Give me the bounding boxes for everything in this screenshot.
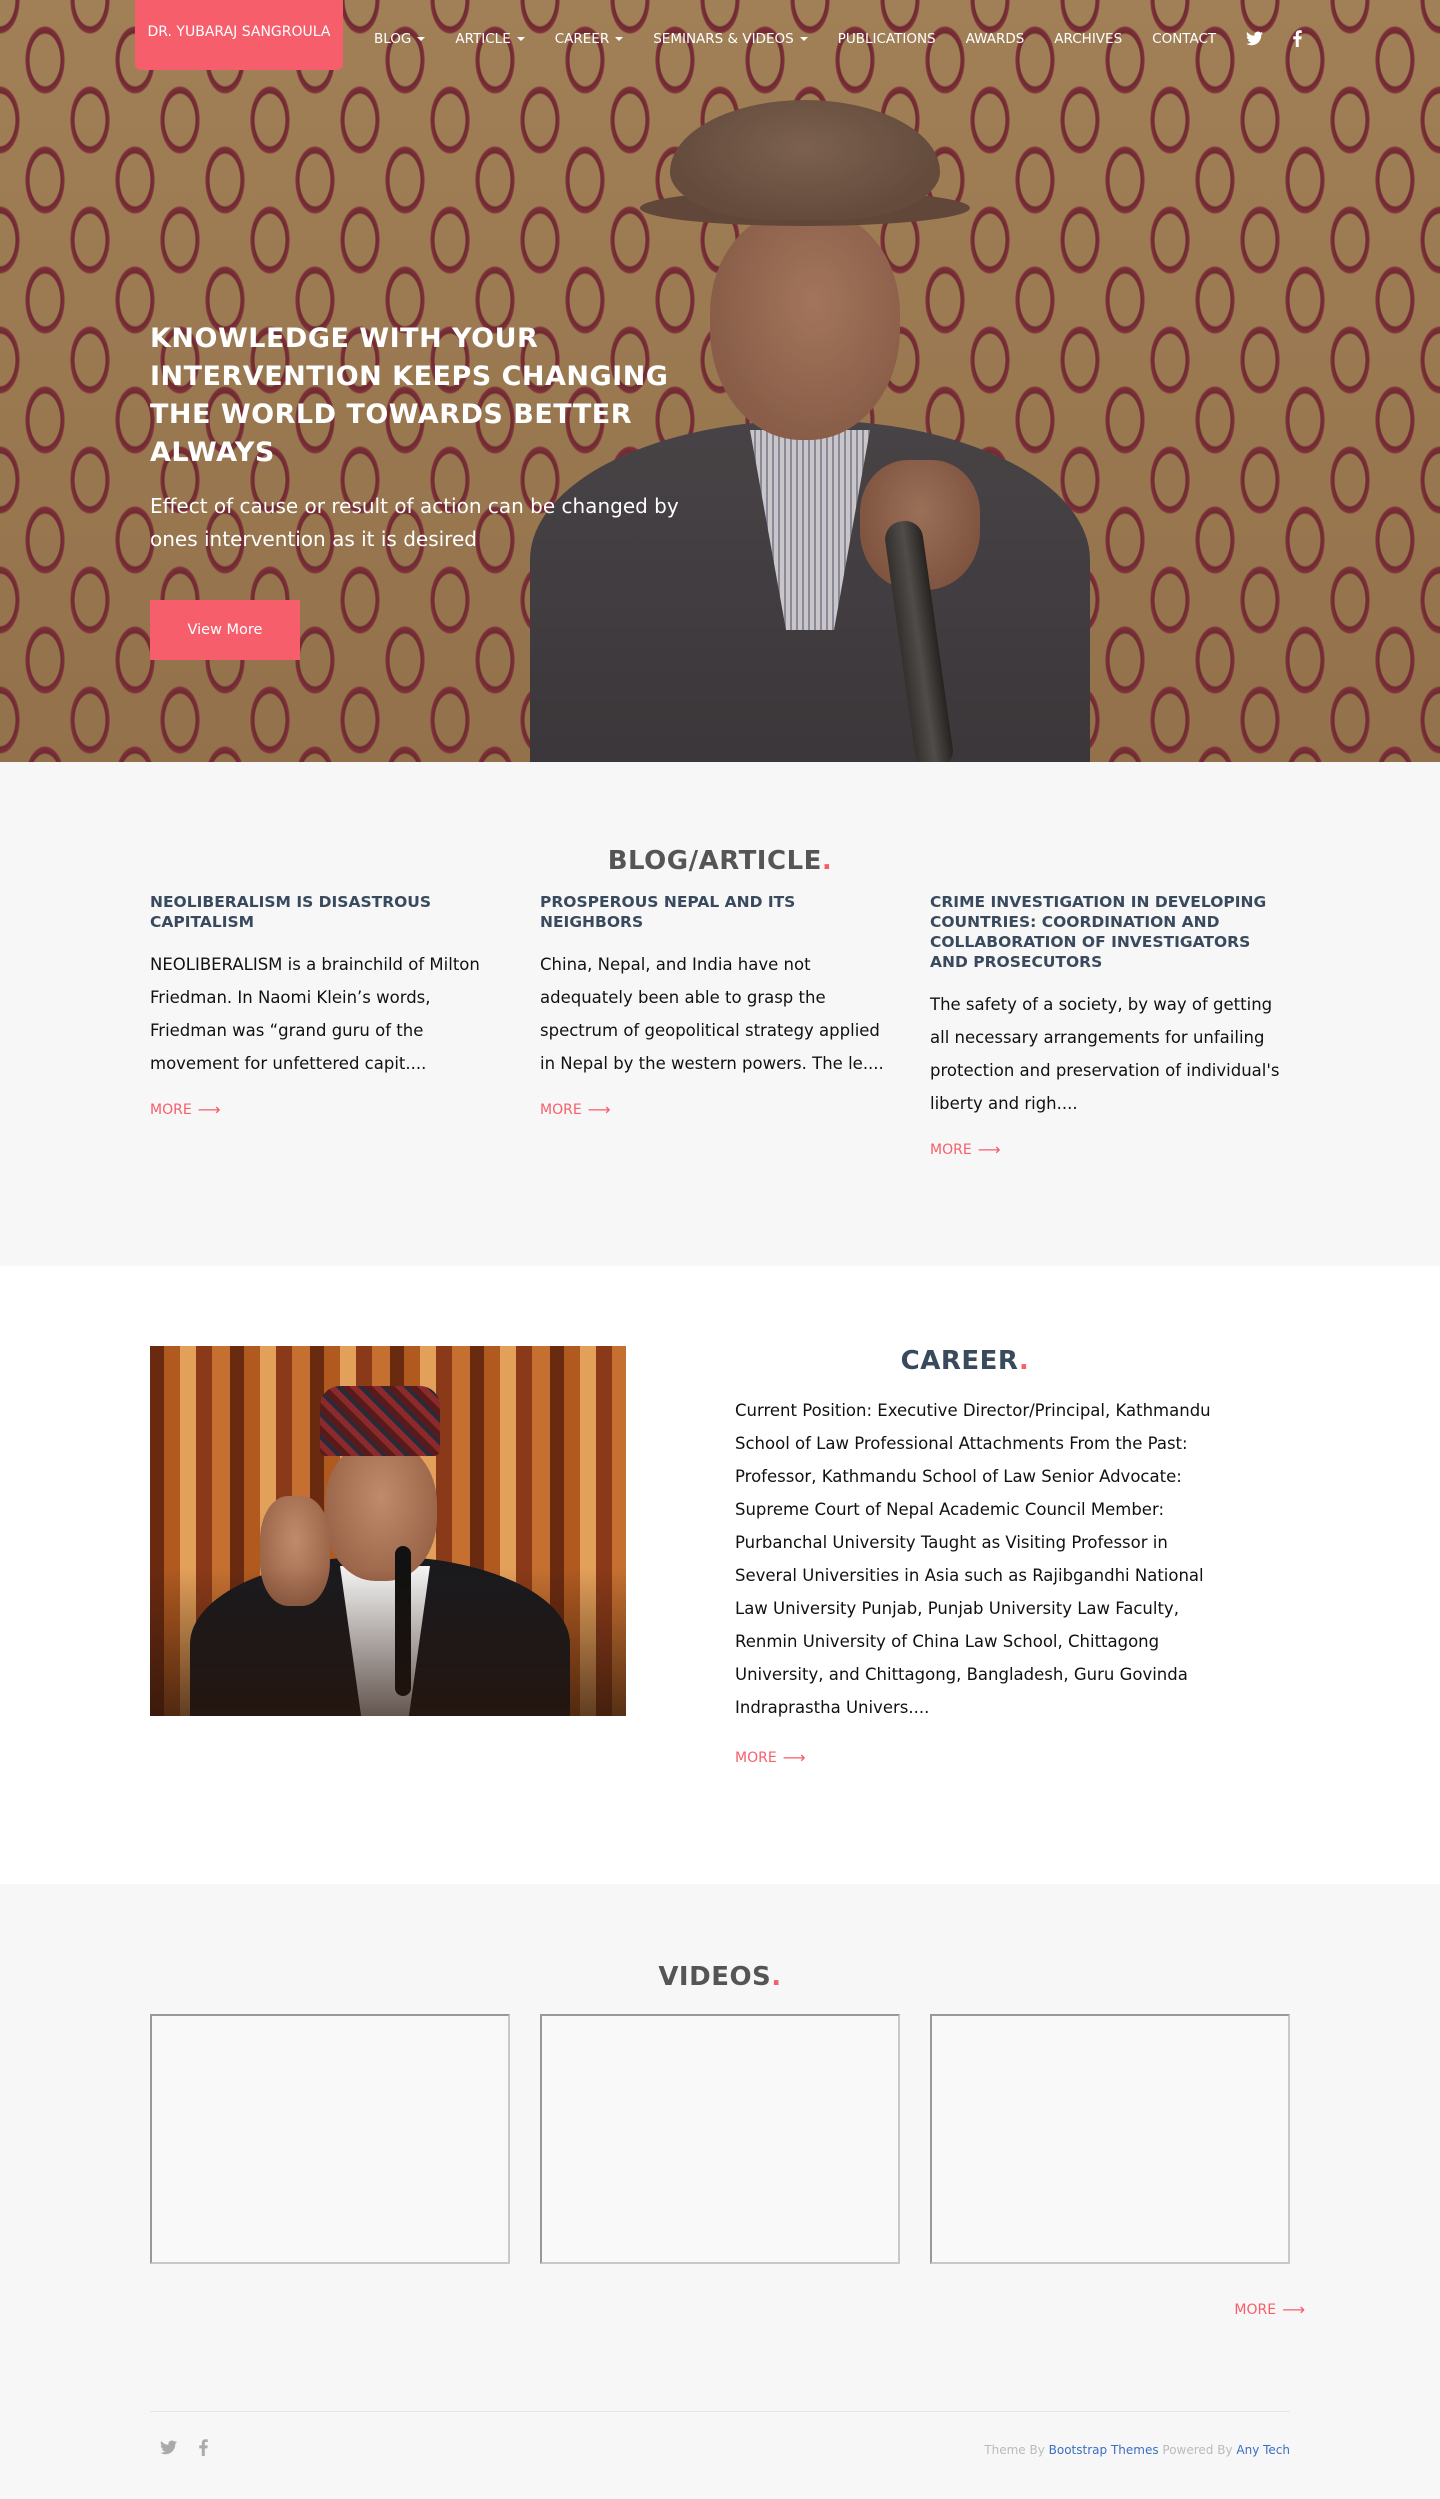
theme-by-text: Theme By: [984, 2443, 1049, 2457]
career-text: Current Position: Executive Director/Pri…: [735, 1401, 1211, 1717]
more-label: MORE: [735, 1749, 777, 1766]
arrow-right-icon: ⟶: [782, 1748, 806, 1767]
blog-post: CRIME INVESTIGATION IN DEVELOPING COUNTR…: [930, 892, 1280, 1159]
nav-item-label: CAREER: [554, 30, 610, 47]
video-embed[interactable]: [930, 2014, 1290, 2264]
nav-item-label: BLOG: [374, 30, 412, 47]
nav-item-label: PUBLICATIONS: [837, 30, 936, 47]
nav-item-label: CONTACT: [1152, 30, 1217, 47]
more-link[interactable]: MORE ⟶: [735, 1748, 806, 1767]
nav-item-contact[interactable]: CONTACT: [1152, 31, 1216, 47]
brand-logo-link[interactable]: DR. YUBARAJ SANGROULA: [135, 0, 343, 70]
nav-item-label: SEMINARS & VIDEOS: [653, 30, 794, 47]
twitter-icon[interactable]: [160, 2440, 177, 2455]
section-title-text: BLOG/ARTICLE: [607, 846, 822, 876]
title-accent-dot: .: [821, 846, 833, 876]
main-nav: BLOG ARTICLE CAREER SEMINARS & VIDEOS PU…: [374, 30, 1332, 47]
title-accent-dot: .: [771, 1962, 782, 1992]
nav-item-blog[interactable]: BLOG: [374, 30, 426, 47]
footer-social: [160, 2439, 230, 2456]
arrow-right-icon: ⟶: [1282, 2300, 1305, 2319]
hero-subtitle: Effect of cause or result of action can …: [150, 494, 679, 551]
section-title-text: CAREER: [900, 1346, 1019, 1376]
career-section: CAREER. Current Position: Executive Dire…: [0, 1266, 1440, 1884]
more-label: MORE: [930, 1141, 972, 1158]
nav-item-label: ARTICLE: [455, 30, 511, 47]
footer: Theme By Bootstrap Themes Powered By Any…: [0, 2411, 1440, 2499]
facebook-icon[interactable]: [199, 2439, 208, 2456]
caret-down-icon: [417, 36, 426, 41]
section-title: CAREER.: [735, 1346, 1195, 1376]
section-title: BLOG/ARTICLE.: [0, 846, 1440, 876]
nav-item-label: ARCHIVES: [1054, 30, 1123, 47]
footer-credits: Theme By Bootstrap Themes Powered By Any…: [984, 2443, 1290, 2457]
bootstrap-themes-link[interactable]: Bootstrap Themes: [1049, 2443, 1159, 2457]
section-title-text: VIDEOS: [658, 1962, 772, 1992]
nav-item-seminars-videos[interactable]: SEMINARS & VIDEOS: [653, 30, 808, 47]
nav-item-career[interactable]: CAREER: [554, 30, 624, 47]
nav-item-label: AWARDS: [965, 30, 1025, 47]
blog-post-excerpt: The safety of a society, by way of getti…: [930, 995, 1280, 1113]
more-link[interactable]: MORE ⟶: [540, 1100, 611, 1119]
blog-post-title[interactable]: NEOLIBERALISM IS DISASTROUS CAPITALISM: [150, 892, 500, 932]
nav-item-article[interactable]: ARTICLE: [455, 30, 525, 47]
facebook-icon[interactable]: [1293, 30, 1302, 47]
hero-content: KNOWLEDGE WITH YOUR INTERVENTION KEEPS C…: [150, 320, 710, 660]
video-embed[interactable]: [540, 2014, 900, 2264]
blog-article-section: BLOG/ARTICLE. NEOLIBERALISM IS DISASTROU…: [0, 762, 1440, 1266]
hero-title: KNOWLEDGE WITH YOUR INTERVENTION KEEPS C…: [150, 323, 669, 468]
navbar: DR. YUBARAJ SANGROULA BLOG ARTICLE CAREE…: [0, 0, 1440, 78]
nav-item-publications[interactable]: PUBLICATIONS: [838, 31, 936, 47]
more-link[interactable]: MORE ⟶: [930, 1140, 1001, 1159]
caret-down-icon: [516, 36, 525, 41]
blog-post-title[interactable]: CRIME INVESTIGATION IN DEVELOPING COUNTR…: [930, 892, 1280, 972]
more-label: MORE: [150, 1101, 192, 1118]
caret-down-icon: [799, 36, 808, 41]
more-link[interactable]: MORE ⟶: [1234, 2300, 1305, 2319]
arrow-right-icon: ⟶: [197, 1100, 221, 1119]
blog-post: PROSPEROUS NEPAL AND ITS NEIGHBORS China…: [540, 892, 890, 1119]
videos-section: VIDEOS. MORE ⟶: [0, 1884, 1440, 2411]
more-label: MORE: [1234, 2301, 1277, 2318]
any-tech-link[interactable]: Any Tech: [1236, 2443, 1290, 2457]
view-more-button[interactable]: View More: [150, 600, 300, 660]
arrow-right-icon: ⟶: [587, 1100, 611, 1119]
nav-item-archives[interactable]: ARCHIVES: [1054, 31, 1122, 47]
video-embed[interactable]: [150, 2014, 510, 2264]
powered-by-text: Powered By: [1158, 2443, 1237, 2457]
caret-down-icon: [615, 36, 624, 41]
more-link[interactable]: MORE ⟶: [150, 1100, 221, 1119]
career-portrait-image: [150, 1346, 626, 1716]
blog-post-excerpt: China, Nepal, and India have not adequat…: [540, 955, 884, 1073]
footer-divider: [150, 2411, 1290, 2412]
twitter-icon[interactable]: [1246, 31, 1264, 46]
blog-post: NEOLIBERALISM IS DISASTROUS CAPITALISM N…: [150, 892, 500, 1119]
title-accent-dot: .: [1018, 1346, 1030, 1376]
arrow-right-icon: ⟶: [977, 1140, 1001, 1159]
section-title: VIDEOS.: [0, 1962, 1440, 1992]
blog-post-title[interactable]: PROSPEROUS NEPAL AND ITS NEIGHBORS: [540, 892, 890, 932]
nav-item-awards[interactable]: AWARDS: [966, 31, 1025, 47]
hero-section: DR. YUBARAJ SANGROULA BLOG ARTICLE CAREE…: [0, 0, 1440, 762]
career-content: CAREER. Current Position: Executive Dire…: [735, 1346, 1215, 1767]
blog-post-excerpt: NEOLIBERALISM is a brainchild of Milton …: [150, 955, 480, 1073]
more-label: MORE: [540, 1101, 582, 1118]
